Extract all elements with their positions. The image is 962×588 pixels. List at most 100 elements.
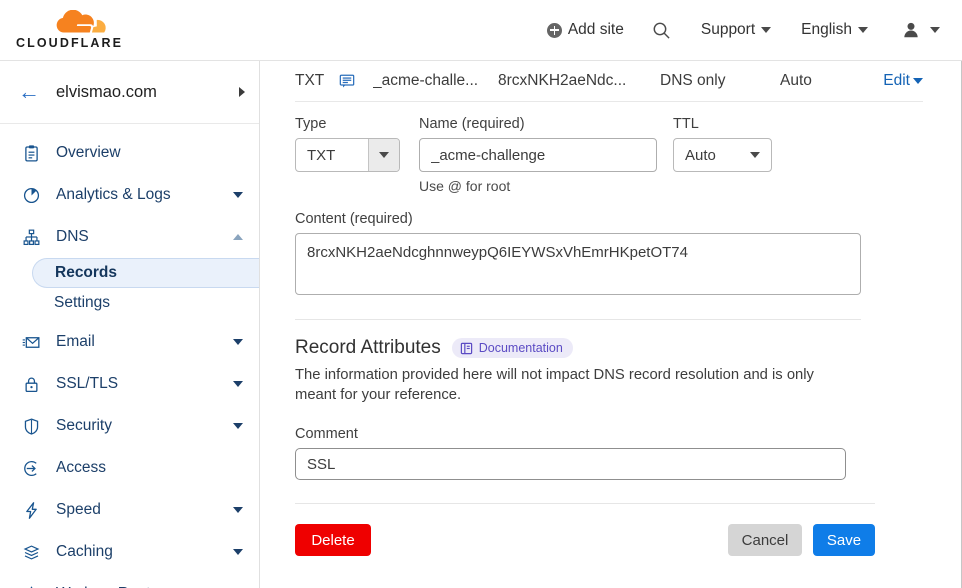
language-label: English xyxy=(801,21,852,38)
sidebar-item-settings[interactable]: Settings xyxy=(0,288,259,317)
sidebar-item-overview[interactable]: Overview xyxy=(0,132,259,174)
sidebar-item-workers-routes[interactable]: Workers Routes xyxy=(0,573,259,588)
ttl-select-value: Auto xyxy=(685,146,716,164)
main-content: TXT _acme-challe... 8rcxNKH2aeNdc... DNS… xyxy=(261,61,962,588)
lock-icon xyxy=(20,373,42,395)
zone-name: elvismao.com xyxy=(56,82,157,101)
record-attributes-description: The information provided here will not i… xyxy=(295,367,814,403)
record-attributes-title: Record Attributes xyxy=(295,337,441,358)
database-icon xyxy=(20,541,42,563)
type-field-group: Type TXT xyxy=(295,116,400,172)
plus-circle-icon xyxy=(546,22,562,38)
dns-record-edit-card: TXT _acme-challe... 8rcxNKH2aeNdc... DNS… xyxy=(295,61,923,556)
sidebar: ← elvismao.com Overview Analytics & Logs… xyxy=(0,61,260,588)
chevron-down-icon[interactable] xyxy=(233,549,243,555)
support-label: Support xyxy=(700,21,756,38)
form-row-primary: Type TXT Name (required) Use @ for root … xyxy=(295,116,923,194)
sidebar-item-label: DNS xyxy=(56,228,89,245)
chevron-down-icon xyxy=(913,78,923,84)
form-actions: Delete Cancel Save xyxy=(295,524,875,556)
cloudflare-cloud-logo xyxy=(56,10,106,33)
type-select-toggle[interactable] xyxy=(368,139,399,171)
record-content: 8rcxNKH2aeNdc... xyxy=(498,72,627,89)
chevron-down-icon xyxy=(858,27,868,33)
chevron-down-icon[interactable] xyxy=(233,381,243,387)
documentation-badge-label: Documentation xyxy=(478,341,563,355)
add-site-button[interactable]: Add site xyxy=(546,21,624,39)
name-field-group: Name (required) Use @ for root xyxy=(419,116,657,194)
sidebar-subitem-label: Records xyxy=(55,264,118,281)
documentation-badge[interactable]: Documentation xyxy=(451,338,573,358)
sidebar-item-ssl-tls[interactable]: SSL/TLS xyxy=(0,363,259,405)
workers-icon xyxy=(20,583,42,588)
type-label: Type xyxy=(295,116,327,132)
cloudflare-logo[interactable]: CLOUDFLARE xyxy=(16,8,126,52)
pie-chart-icon xyxy=(20,184,42,206)
account-menu[interactable] xyxy=(902,21,940,39)
sidebar-nav: Overview Analytics & Logs DNS Records Se… xyxy=(0,124,259,588)
sidebar-item-label: Email xyxy=(56,333,95,350)
sitemap-icon xyxy=(20,226,42,248)
top-actions: Add site Support English xyxy=(546,0,940,60)
name-hint: Use @ for root xyxy=(419,178,511,194)
back-arrow-icon[interactable]: ← xyxy=(18,81,40,103)
sidebar-item-label: SSL/TLS xyxy=(56,375,119,392)
edit-record-button[interactable]: Edit xyxy=(883,72,923,90)
edit-label: Edit xyxy=(883,72,910,89)
content-label: Content (required) xyxy=(295,211,413,227)
chevron-up-icon[interactable] xyxy=(233,234,243,240)
ttl-select[interactable]: Auto xyxy=(673,138,772,172)
name-label: Name (required) xyxy=(419,116,525,132)
actions-divider xyxy=(295,503,875,504)
section-divider xyxy=(295,319,861,320)
comment-label: Comment xyxy=(295,426,358,442)
comment-input[interactable] xyxy=(295,448,846,480)
name-input[interactable] xyxy=(419,138,657,172)
record-type: TXT xyxy=(295,72,325,89)
type-select[interactable]: TXT xyxy=(295,138,400,172)
sidebar-item-security[interactable]: Security xyxy=(0,405,259,447)
chevron-down-icon xyxy=(750,152,760,158)
book-icon xyxy=(460,342,472,354)
search-icon xyxy=(653,22,670,39)
lightning-icon xyxy=(20,499,42,521)
shield-icon xyxy=(20,415,42,437)
sidebar-item-records[interactable]: Records xyxy=(32,258,259,288)
language-menu[interactable]: English xyxy=(801,21,868,39)
sidebar-item-label: Caching xyxy=(56,543,113,560)
chevron-down-icon xyxy=(930,27,940,33)
comment-icon xyxy=(339,73,373,89)
search-button[interactable] xyxy=(652,21,671,40)
cancel-button[interactable]: Cancel xyxy=(728,524,802,556)
sidebar-item-label: Security xyxy=(56,417,112,434)
content-textarea[interactable]: 8rcxNKH2aeNdcghnnweypQ6IEYWSxVhEmrHKpetO… xyxy=(295,233,861,295)
sidebar-item-email[interactable]: Email xyxy=(0,321,259,363)
delete-button[interactable]: Delete xyxy=(295,524,371,556)
chevron-down-icon[interactable] xyxy=(233,192,243,198)
save-button[interactable]: Save xyxy=(813,524,875,556)
chevron-down-icon[interactable] xyxy=(233,339,243,345)
chevron-down-icon[interactable] xyxy=(233,507,243,513)
zone-header[interactable]: ← elvismao.com xyxy=(0,61,259,124)
envelope-icon xyxy=(20,331,42,353)
chevron-right-icon[interactable] xyxy=(239,87,245,97)
sidebar-subitem-label: Settings xyxy=(54,293,111,311)
chevron-down-icon xyxy=(761,27,772,33)
record-attributes-header: Record Attributes Documentation xyxy=(295,337,923,359)
sidebar-item-dns[interactable]: DNS xyxy=(0,216,259,258)
chevron-down-icon[interactable] xyxy=(233,423,243,429)
cloudflare-wordmark: CLOUDFLARE xyxy=(16,36,124,50)
sidebar-item-label: Overview xyxy=(56,144,121,161)
sidebar-item-label: Access xyxy=(56,459,106,476)
sidebar-item-caching[interactable]: Caching xyxy=(0,531,259,573)
sidebar-item-label: Analytics & Logs xyxy=(56,186,171,203)
sidebar-item-analytics-and-logs[interactable]: Analytics & Logs xyxy=(0,174,259,216)
access-arrow-icon xyxy=(20,457,42,479)
dns-record-summary-row[interactable]: TXT _acme-challe... 8rcxNKH2aeNdc... DNS… xyxy=(295,61,923,102)
sidebar-item-speed[interactable]: Speed xyxy=(0,489,259,531)
dns-record-form: Type TXT Name (required) Use @ for root … xyxy=(295,102,923,556)
support-menu[interactable]: Support xyxy=(700,21,772,39)
ttl-field-group: TTL Auto xyxy=(673,116,772,172)
record-proxy-status: DNS only xyxy=(660,72,726,89)
sidebar-item-access[interactable]: Access xyxy=(0,447,259,489)
